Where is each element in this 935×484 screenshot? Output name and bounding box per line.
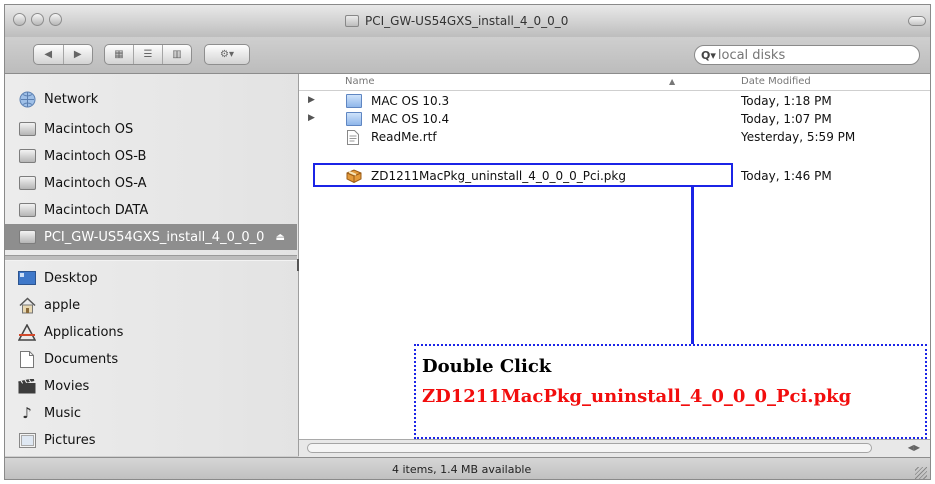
name-column-header[interactable]: Name	[345, 76, 375, 87]
instruction-callout: Double Click ZD1211MacPkg_uninstall_4_0_…	[414, 344, 927, 439]
close-button[interactable]	[13, 13, 26, 26]
finder-window: PCI_GW-US54GXS_install_4_0_0_0 ◀ ▶ ▦ ☰ ▥…	[4, 4, 931, 480]
sidebar-item-network[interactable]: Network	[5, 86, 297, 112]
back-forward-control: ◀ ▶	[33, 44, 93, 65]
sidebar-item-pictures[interactable]: Pictures	[5, 427, 297, 453]
file-name: MAC OS 10.3	[371, 94, 450, 108]
documents-icon	[18, 350, 36, 368]
network-icon	[18, 91, 36, 107]
sidebar-item-movies[interactable]: Movies	[5, 373, 297, 399]
sidebar-item-label: Applications	[44, 324, 124, 340]
sidebar-item-desktop[interactable]: Desktop	[5, 265, 297, 291]
folder-icon	[346, 94, 362, 108]
window-title-group: PCI_GW-US54GXS_install_4_0_0_0	[345, 14, 568, 28]
sidebar-item-documents[interactable]: Documents	[5, 346, 297, 372]
callout-instruction: Double Click	[422, 356, 552, 377]
folder-icon	[346, 112, 362, 126]
sidebar-item-label: apple	[44, 297, 81, 313]
window-controls	[13, 13, 62, 26]
file-name: ReadMe.rtf	[371, 130, 437, 144]
file-list: Name ▲ Date Modified ▶ MAC OS 10.3 Today…	[299, 74, 930, 439]
column-header-row: Name ▲ Date Modified	[299, 74, 930, 91]
title-bar[interactable]: PCI_GW-US54GXS_install_4_0_0_0	[5, 5, 930, 38]
sidebar-item-applications[interactable]: Applications	[5, 319, 297, 345]
column-view-button[interactable]: ▥	[163, 45, 191, 64]
action-menu-button[interactable]: ⚙▾	[204, 44, 250, 65]
sidebar-item-macintoch-data[interactable]: Macintoch DATA	[5, 197, 297, 223]
callout-filename: ZD1211MacPkg_uninstall_4_0_0_0_Pci.pkg	[422, 386, 852, 407]
highlight-box	[313, 163, 733, 187]
eject-icon[interactable]: ⏏	[276, 232, 285, 243]
status-text: 4 items, 1.4 MB available	[392, 463, 532, 476]
horizontal-scrollbar[interactable]: ◀▶	[299, 439, 930, 457]
sidebar-item-label: Macintoch OS	[44, 121, 134, 137]
home-icon	[18, 296, 36, 313]
resize-grip-icon[interactable]	[915, 467, 927, 479]
sidebar-item-label: Macintoch DATA	[44, 202, 149, 218]
sidebar-divider[interactable]	[5, 255, 297, 261]
list-item[interactable]: ▶ MAC OS 10.3 Today, 1:18 PM	[299, 92, 930, 110]
sort-ascending-icon: ▲	[669, 77, 676, 86]
file-date: Today, 1:07 PM	[741, 112, 832, 126]
sidebar: Network Macintoch OS Macintoch OS-B Maci…	[5, 74, 299, 456]
sidebar-item-label: Movies	[44, 378, 90, 394]
sidebar-item-label: Pictures	[44, 432, 96, 448]
view-mode-control: ▦ ☰ ▥	[104, 44, 192, 65]
file-date: Yesterday, 5:59 PM	[741, 130, 856, 144]
forward-button[interactable]: ▶	[64, 45, 93, 64]
list-item[interactable]: ReadMe.rtf Yesterday, 5:59 PM	[299, 128, 930, 146]
pictures-icon	[18, 432, 36, 448]
search-icon: Q▾	[701, 48, 716, 62]
callout-connector-line	[691, 187, 694, 345]
back-button[interactable]: ◀	[34, 45, 64, 64]
disk-icon	[18, 202, 36, 218]
movies-icon	[18, 378, 36, 394]
file-name: MAC OS 10.4	[371, 112, 450, 126]
disk-icon	[18, 148, 36, 164]
desktop-icon	[18, 270, 36, 286]
music-icon: ♪	[22, 404, 32, 422]
disk-image-icon	[18, 229, 36, 245]
disclosure-triangle-icon[interactable]: ▶	[308, 95, 315, 105]
list-view-button[interactable]: ☰	[134, 45, 163, 64]
sidebar-item-music[interactable]: ♪ Music	[5, 400, 297, 426]
status-bar: 4 items, 1.4 MB available	[5, 457, 930, 479]
sidebar-item-label: Network	[44, 91, 99, 107]
sidebar-item-label: Music	[44, 405, 81, 421]
sidebar-item-macintoch-os-a[interactable]: Macintoch OS-A	[5, 170, 297, 196]
minimize-button[interactable]	[31, 13, 44, 26]
disclosure-triangle-icon[interactable]: ▶	[308, 113, 315, 123]
zoom-button[interactable]	[49, 13, 62, 26]
document-icon	[346, 130, 362, 145]
scrollbar-thumb[interactable]	[307, 443, 872, 453]
scroll-arrows-icon[interactable]: ◀▶	[908, 443, 920, 452]
applications-icon	[18, 323, 36, 341]
window-title: PCI_GW-US54GXS_install_4_0_0_0	[365, 14, 569, 28]
list-item[interactable]: ▶ MAC OS 10.4 Today, 1:07 PM	[299, 110, 930, 128]
sidebar-item-macintoch-os-b[interactable]: Macintoch OS-B	[5, 143, 297, 169]
sidebar-item-macintoch-os[interactable]: Macintoch OS	[5, 116, 297, 142]
sidebar-item-label: Documents	[44, 351, 119, 367]
toolbar-toggle-button[interactable]	[908, 16, 926, 26]
toolbar: ◀ ▶ ▦ ☰ ▥ ⚙▾ Q▾	[5, 37, 930, 74]
disk-icon	[18, 121, 36, 137]
disk-image-icon	[345, 15, 359, 27]
file-date: Today, 1:46 PM	[741, 169, 832, 183]
sidebar-item-home[interactable]: apple	[5, 292, 297, 318]
disk-icon	[18, 175, 36, 191]
sidebar-item-label: PCI_GW-US54GXS_install_4_0_0_0	[44, 229, 265, 245]
sidebar-item-label: Macintoch OS-A	[44, 175, 147, 191]
sidebar-item-label: Macintoch OS-B	[44, 148, 147, 164]
date-column-header[interactable]: Date Modified	[741, 76, 811, 87]
sidebar-item-label: Desktop	[44, 270, 98, 286]
sidebar-item-install-volume[interactable]: PCI_GW-US54GXS_install_4_0_0_0 ⏏	[5, 224, 297, 250]
search-input[interactable]	[717, 47, 898, 63]
search-field[interactable]: Q▾	[694, 45, 920, 65]
icon-view-button[interactable]: ▦	[105, 45, 134, 64]
file-date: Today, 1:18 PM	[741, 94, 832, 108]
